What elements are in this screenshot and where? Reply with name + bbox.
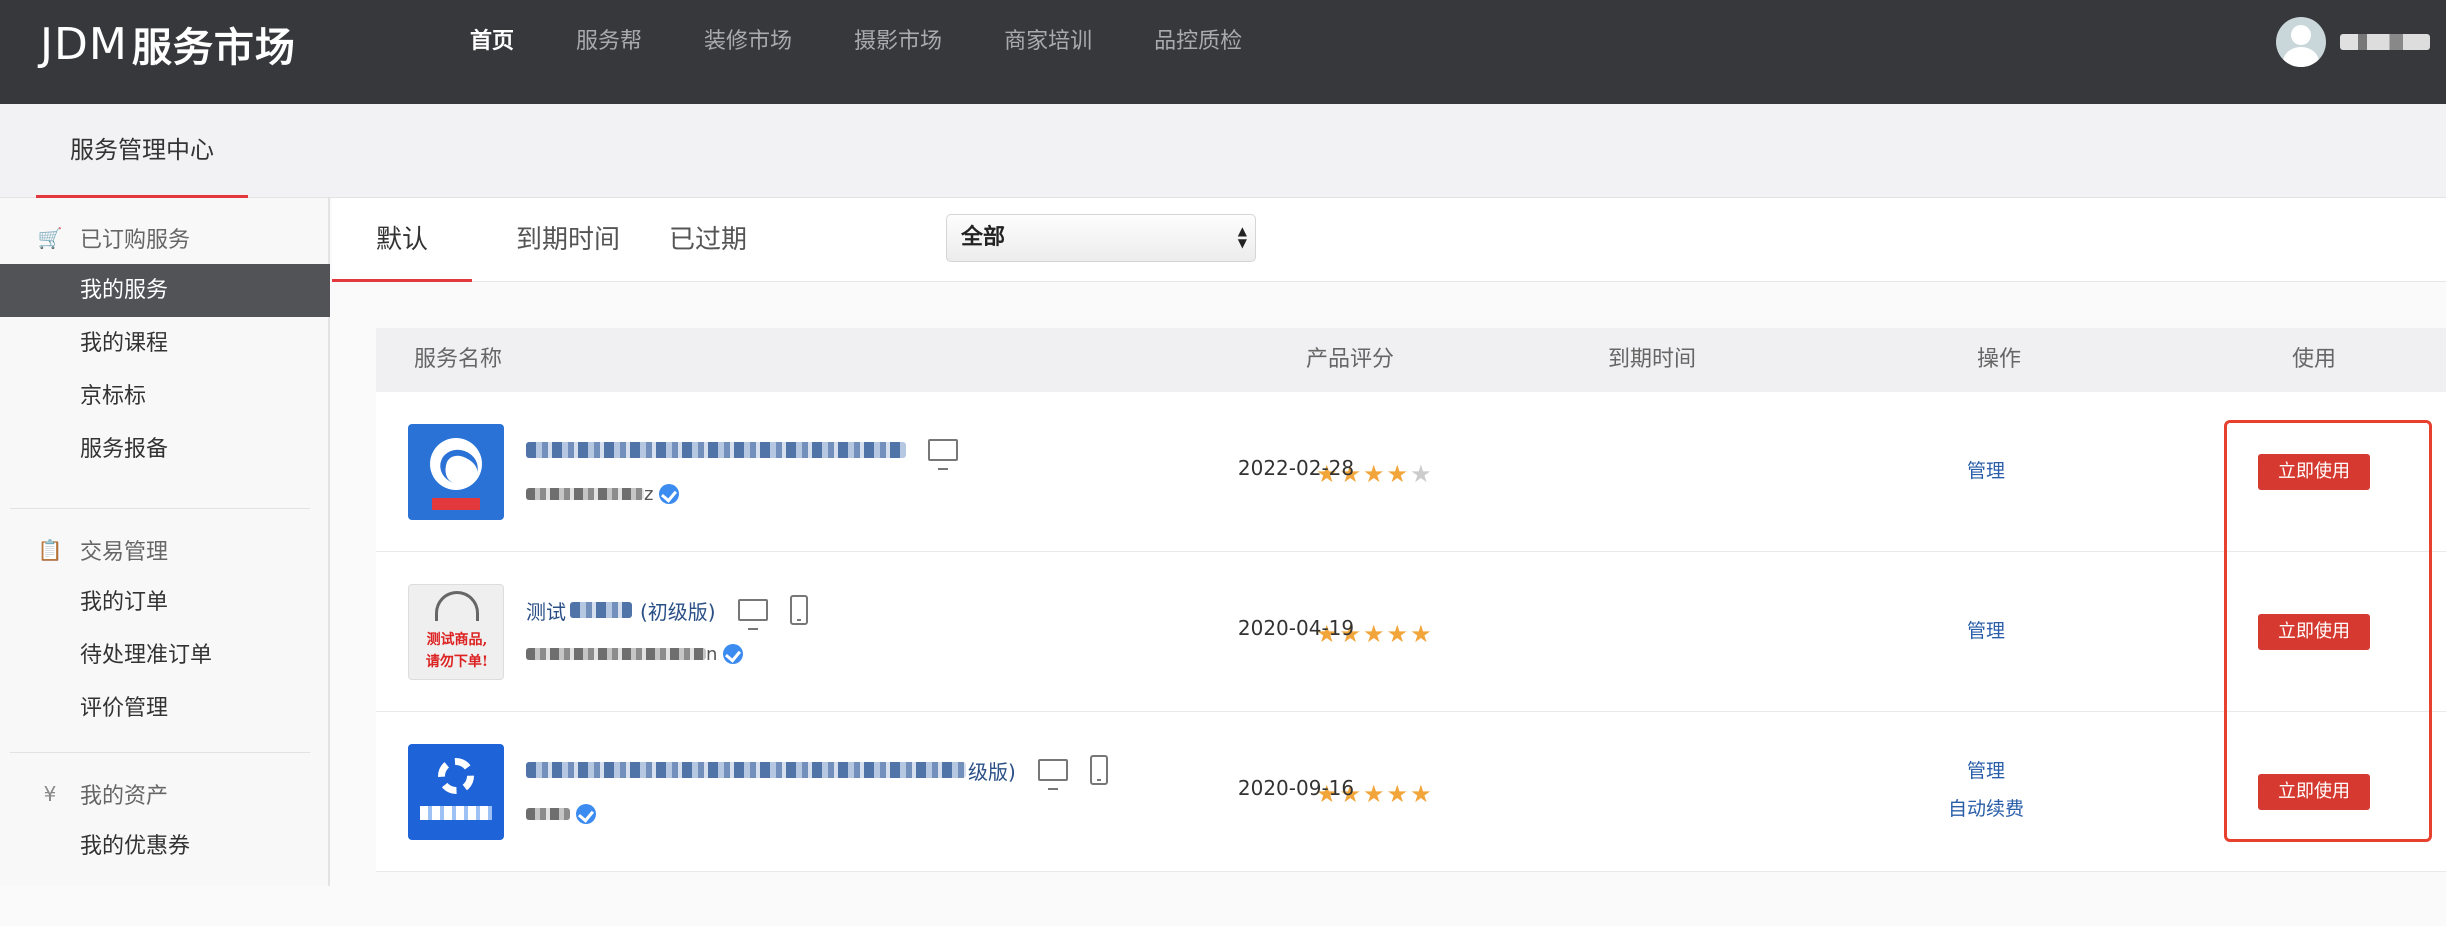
auto-renew-link[interactable]: 自动续费: [1876, 790, 2096, 828]
user-menu[interactable]: [2276, 17, 2430, 67]
nav-decoration-market[interactable]: 装修市场: [704, 22, 792, 62]
username-blurred[interactable]: [2340, 34, 2430, 50]
top-nav: 首页 服务帮 装修市场 摄影市场 商家培训 品控质检: [470, 22, 1304, 62]
service-name-link[interactable]: 测试 (初级版): [526, 592, 808, 630]
header-service-name: 服务名称: [414, 347, 503, 372]
row-actions: 管理: [1876, 452, 2096, 490]
blurred-text: [570, 602, 632, 618]
nav-photography-market[interactable]: 摄影市场: [854, 22, 942, 62]
expiry-date: 2020-09-16: [1237, 776, 1355, 800]
header-actions: 操作: [1977, 347, 2022, 372]
page-bottom: [0, 886, 2446, 926]
service-name-link[interactable]: 级版): [526, 752, 1108, 790]
blurred-text: [526, 442, 906, 458]
service-thumbnail[interactable]: [408, 424, 504, 520]
logo-mark: JDM: [40, 18, 128, 70]
filter-tabs: 默认 到期时间 已过期 全部 ▲ ▼: [332, 198, 2446, 282]
cart-icon: 🛒: [37, 226, 63, 250]
row-actions: 管理: [1876, 612, 2096, 650]
sidebar-divider: [10, 752, 310, 753]
blurred-text: [526, 762, 966, 778]
nav-quality-inspection[interactable]: 品控质检: [1154, 22, 1242, 62]
nav-merchant-training[interactable]: 商家培训: [1004, 22, 1092, 62]
nav-service-help[interactable]: 服务帮: [576, 22, 642, 62]
table-header: 服务名称 产品评分 到期时间 操作 使用: [376, 328, 2446, 392]
sidebar-group-purchased: 🛒 已订购服务 我的服务 我的课程 京标标 服务报备: [0, 212, 330, 476]
sidebar-item-coupons[interactable]: 我的优惠券: [0, 820, 330, 873]
sub-header: 服务管理中心: [0, 104, 2446, 198]
service-name-link[interactable]: [526, 432, 958, 470]
sidebar-item-pending-orders[interactable]: 待处理准订单: [0, 629, 330, 682]
nav-home[interactable]: 首页: [470, 22, 514, 62]
highlight-box: [2224, 420, 2432, 842]
sidebar-item-my-courses[interactable]: 我的课程: [0, 317, 330, 370]
tab-expiry-time[interactable]: 到期时间: [498, 198, 638, 282]
table-row: z ★★★★★ 2022-02-28 管理 立即使用: [376, 392, 2446, 552]
avatar[interactable]: [2276, 17, 2326, 67]
verified-badge-icon: [576, 804, 596, 824]
shop-name: [526, 800, 596, 828]
sidebar-group-trade: 📋 交易管理 我的订单 待处理准订单 评价管理: [0, 524, 330, 735]
tab-default[interactable]: 默认: [332, 198, 472, 282]
sidebar-group-assets: ¥ 我的资产 我的优惠券: [0, 768, 330, 873]
manage-link[interactable]: 管理: [1876, 612, 2096, 650]
sidebar: 🛒 已订购服务 我的服务 我的课程 京标标 服务报备 📋 交易管理 我的订单 待…: [0, 198, 330, 926]
shop-name: z: [526, 480, 680, 508]
verified-badge-icon: [659, 484, 680, 504]
top-bar: JDM 服务市场 首页 服务帮 装修市场 摄影市场 商家培训 品控质检: [0, 0, 2446, 104]
sidebar-item-my-orders[interactable]: 我的订单: [0, 576, 330, 629]
shop-name: n: [526, 640, 744, 668]
clipboard-icon: 📋: [37, 538, 63, 562]
service-thumbnail[interactable]: 测试商品, 请勿下单!: [408, 584, 504, 680]
manage-link[interactable]: 管理: [1876, 452, 2096, 490]
header-use: 使用: [2292, 347, 2337, 372]
header-rating: 产品评分: [1306, 347, 1395, 372]
desktop-icon: [737, 599, 768, 630]
blurred-text: [526, 488, 644, 500]
table-row: 测试商品, 请勿下单! 测试 (初级版) n ★★★★★ 2020-04-19 管…: [376, 552, 2446, 712]
manage-link[interactable]: 管理: [1876, 752, 2096, 790]
tab-expired[interactable]: 已过期: [644, 198, 772, 282]
service-center-tab[interactable]: 服务管理中心: [36, 104, 248, 198]
sidebar-item-service-report[interactable]: 服务报备: [0, 423, 330, 476]
expiry-date: 2022-02-28: [1237, 456, 1355, 480]
sidebar-divider: [10, 508, 310, 509]
blurred-text: [526, 648, 706, 660]
header-expiry: 到期时间: [1608, 347, 1697, 372]
sidebar-item-my-services[interactable]: 我的服务: [0, 264, 330, 317]
sidebar-item-jingbiaobiao[interactable]: 京标标: [0, 370, 330, 423]
service-thumbnail[interactable]: [408, 744, 504, 840]
select-arrows-icon: ▲ ▼: [1237, 224, 1247, 250]
logo[interactable]: JDM 服务市场: [40, 14, 296, 74]
table-row: 级版) ★★★★★ 2020-09-16 管理 自动续费 立即使用: [376, 712, 2446, 872]
sidebar-group-title: 🛒 已订购服务: [37, 226, 191, 253]
category-select[interactable]: 全部 ▲ ▼: [946, 214, 1256, 262]
desktop-icon: [928, 439, 958, 470]
sidebar-group-title: ¥ 我的资产: [0, 768, 330, 820]
mobile-icon: [789, 595, 808, 625]
main-content: 默认 到期时间 已过期 全部 ▲ ▼ 服务名称 产品评分 到期时间 操作 使用 z: [332, 198, 2446, 926]
blurred-text: [526, 808, 570, 820]
sidebar-item-reviews[interactable]: 评价管理: [0, 682, 330, 735]
row-actions: 管理 自动续费: [1876, 752, 2096, 828]
desktop-icon: [1037, 759, 1068, 790]
logo-text: 服务市场: [131, 25, 296, 71]
expiry-date: 2020-04-19: [1237, 616, 1355, 640]
verified-badge-icon: [723, 644, 744, 664]
yen-icon: ¥: [43, 782, 57, 806]
sidebar-group-title: 📋 交易管理: [37, 538, 169, 565]
services-table: 服务名称 产品评分 到期时间 操作 使用 z ★★★★★ 2022-02-28: [376, 328, 2446, 872]
